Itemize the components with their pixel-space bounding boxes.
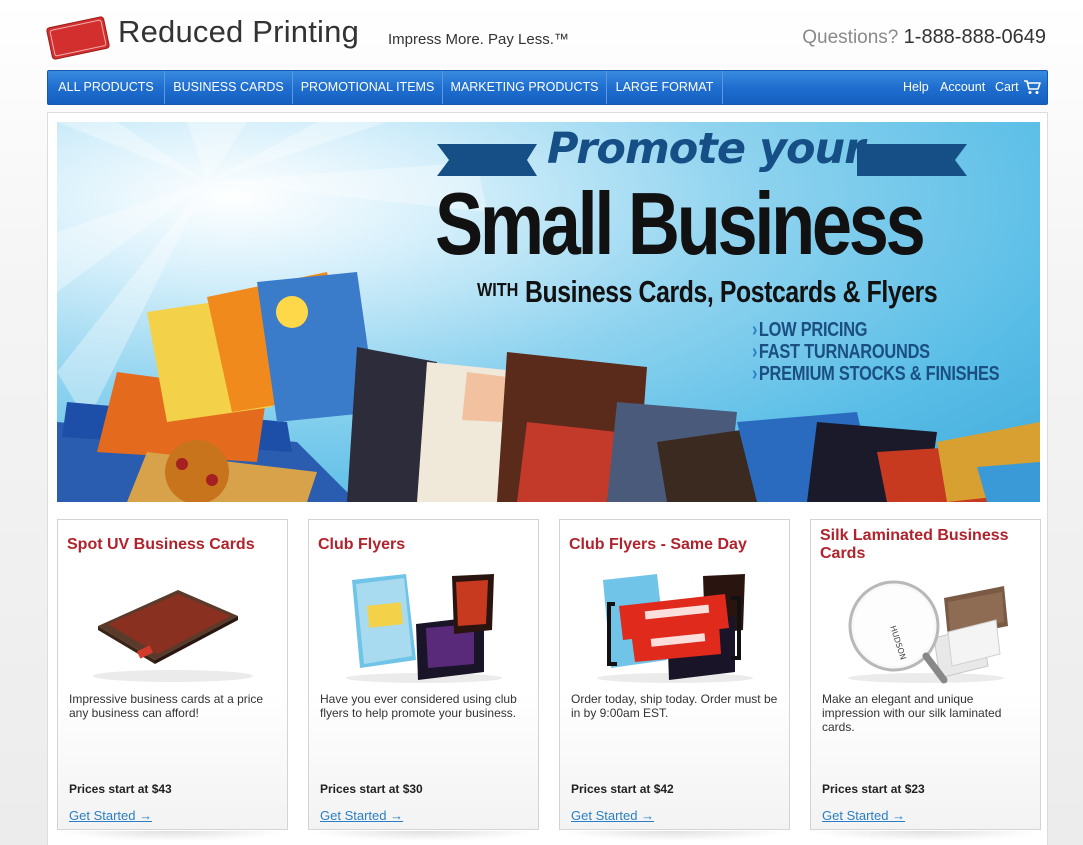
spot-uv-card-image[interactable] xyxy=(83,568,261,686)
card-shadow xyxy=(57,831,288,841)
product-price: Prices start at $23 xyxy=(822,782,925,796)
product-title[interactable]: Silk Laminated Business Cards xyxy=(820,525,1032,565)
product-card-spot-uv: Spot UV Business Cards Impressive busine… xyxy=(57,519,288,830)
chevron-right-icon: › xyxy=(752,341,758,363)
product-description: Order today, ship today. Order must be i… xyxy=(571,692,778,720)
product-price: Prices start at $30 xyxy=(320,782,423,796)
nav-item-business-cards[interactable]: BUSINESS CARDS xyxy=(165,71,293,104)
silk-laminated-card-image[interactable]: HUDSON xyxy=(836,568,1014,686)
club-flyers-image[interactable] xyxy=(334,568,512,686)
same-day-flyers-image[interactable] xyxy=(585,568,763,686)
product-card-silk-laminated: Silk Laminated Business Cards HUDSON Mak… xyxy=(810,519,1041,830)
nav-item-marketing-products[interactable]: MARKETING PRODUCTS xyxy=(443,71,607,104)
card-shadow xyxy=(308,831,539,841)
nav-item-promotional-items[interactable]: PROMOTIONAL ITEMS xyxy=(293,71,443,104)
get-started-link[interactable]: Get Started → xyxy=(69,808,152,823)
hero-bullet-pricing: ›LOW PRICING xyxy=(752,319,868,341)
chevron-right-icon: › xyxy=(752,363,758,385)
cart-icon[interactable] xyxy=(1023,79,1041,95)
get-started-link[interactable]: Get Started → xyxy=(571,808,654,823)
card-shadow xyxy=(810,831,1041,841)
get-started-link[interactable]: Get Started → xyxy=(320,808,403,823)
product-description: Have you ever considered using club flye… xyxy=(320,692,517,720)
get-started-link[interactable]: Get Started → xyxy=(822,808,905,823)
product-title[interactable]: Spot UV Business Cards xyxy=(67,525,279,565)
hero-subheadline: Business Cards, Postcards & Flyers xyxy=(525,274,938,309)
nav-cart[interactable]: Cart xyxy=(995,71,1019,104)
main-panel: Promote your Small Business WITH Busines… xyxy=(47,112,1048,845)
hero-headline-promote: Promote your xyxy=(547,124,865,174)
product-description: Make an elegant and unique impression wi… xyxy=(822,692,1002,734)
hero-bullet-stocks: ›PREMIUM STOCKS & FINISHES xyxy=(752,363,1000,385)
phone-contact: Questions? 1-888-888-0649 xyxy=(802,26,1046,49)
nav-item-all-products[interactable]: ALL PRODUCTS xyxy=(48,71,165,104)
tagline: Impress More. Pay Less.™ xyxy=(388,31,569,48)
product-card-club-flyers-same-day: Club Flyers - Same Day Order today, ship… xyxy=(559,519,790,830)
nav-account[interactable]: Account xyxy=(940,71,985,104)
hero-banner[interactable]: Promote your Small Business WITH Busines… xyxy=(57,122,1040,502)
hero-headline-small-business: Small Business xyxy=(435,174,926,273)
product-card-club-flyers: Club Flyers Have you ever considered usi… xyxy=(308,519,539,830)
product-title[interactable]: Club Flyers - Same Day xyxy=(569,525,781,565)
nav-item-large-format[interactable]: LARGE FORMAT xyxy=(607,71,723,104)
product-title[interactable]: Club Flyers xyxy=(318,525,530,565)
card-shadow xyxy=(559,831,790,841)
main-nav: ALL PRODUCTS BUSINESS CARDS PROMOTIONAL … xyxy=(47,70,1048,105)
logo[interactable] xyxy=(46,16,110,60)
nav-help[interactable]: Help xyxy=(903,71,929,104)
product-price: Prices start at $43 xyxy=(69,782,172,796)
phone-number[interactable]: 1-888-888-0649 xyxy=(904,26,1046,48)
product-price: Prices start at $42 xyxy=(571,782,674,796)
chevron-right-icon: › xyxy=(752,319,758,341)
product-description: Impressive business cards at a price any… xyxy=(69,692,264,720)
questions-label: Questions? xyxy=(802,27,899,48)
logo-icon xyxy=(46,16,110,60)
site-title[interactable]: Reduced Printing xyxy=(118,14,359,50)
site-header: Reduced Printing Impress More. Pay Less.… xyxy=(0,0,1083,70)
hero-with-label: WITH xyxy=(477,280,519,300)
hero-bullet-turnaround: ›FAST TURNAROUNDS xyxy=(752,341,930,363)
